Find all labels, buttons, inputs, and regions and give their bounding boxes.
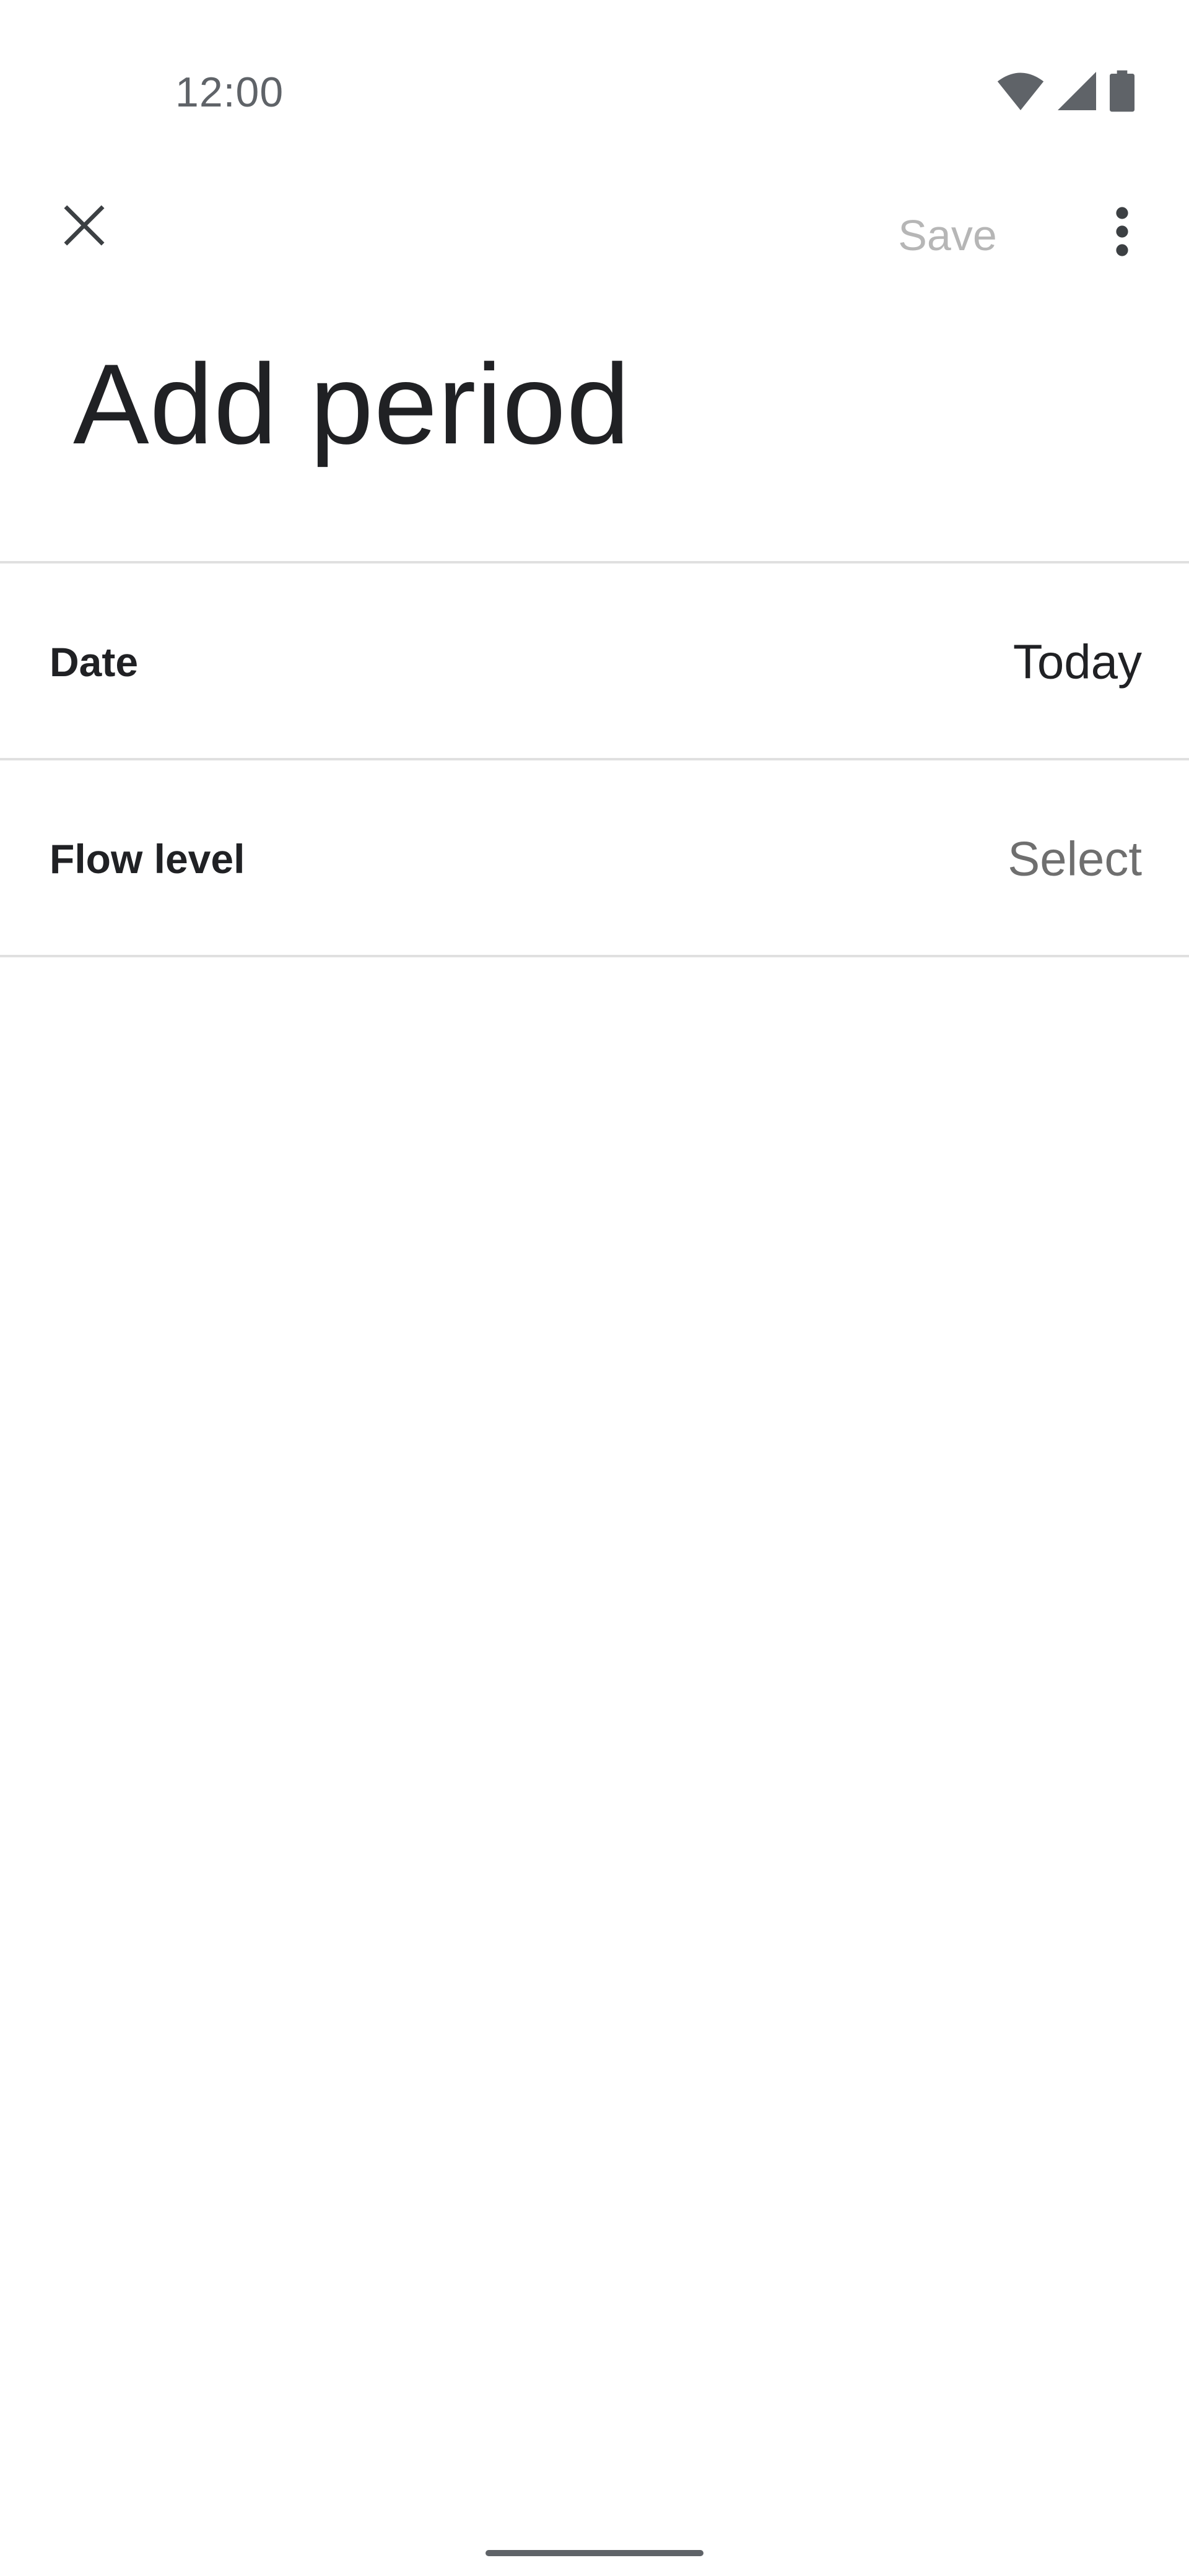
wifi-icon (997, 72, 1044, 110)
page-title: Add period (73, 340, 630, 468)
date-label: Date (50, 639, 139, 685)
divider (0, 561, 1189, 564)
date-value: Today (1013, 634, 1142, 689)
more-options-button[interactable] (1085, 196, 1159, 270)
cellular-signal-icon (1058, 72, 1096, 110)
divider (0, 955, 1189, 957)
close-button[interactable] (47, 189, 121, 264)
status-icons (997, 69, 1135, 113)
battery-icon (1110, 70, 1135, 112)
date-row[interactable]: Date Today (0, 565, 1189, 759)
status-bar: 12:00 (0, 0, 1189, 186)
close-icon (61, 202, 107, 251)
save-button[interactable]: Save (873, 198, 1022, 272)
flow-level-row[interactable]: Flow level Select (0, 762, 1189, 956)
flow-level-value: Select (1008, 831, 1142, 886)
more-vert-icon (1115, 206, 1130, 261)
divider (0, 758, 1189, 760)
status-time: 12:00 (175, 69, 284, 116)
flow-level-label: Flow level (50, 836, 245, 882)
navigation-handle[interactable] (486, 2550, 703, 2556)
